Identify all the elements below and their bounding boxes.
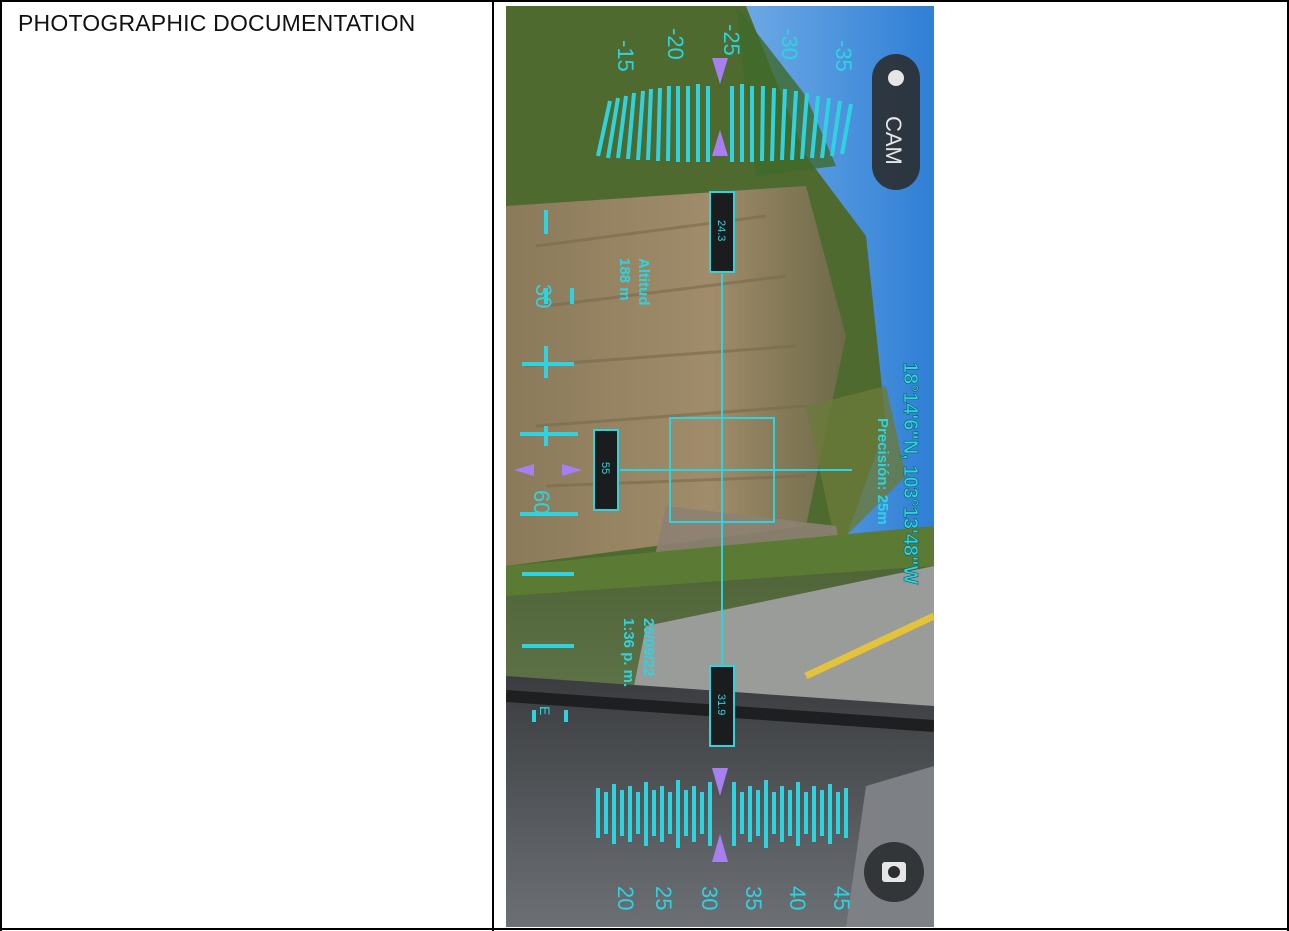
svg-text:Precisión: 25m: Precisión: 25m — [874, 418, 891, 525]
svg-text:24.3: 24.3 — [715, 220, 727, 241]
svg-text:60: 60 — [529, 490, 554, 514]
cam-toggle-button[interactable]: CAM — [872, 54, 920, 190]
svg-text:-25: -25 — [719, 24, 744, 56]
svg-text:CAM: CAM — [881, 116, 906, 165]
svg-text:Altitud: Altitud — [635, 258, 652, 305]
table-bottom-border — [0, 928, 1289, 930]
top-value-box: 24.3 — [709, 191, 735, 273]
field-photograph: -15 -20 -25 -30 -35 CAM 24.3 31.9 55 30 … — [506, 6, 934, 927]
svg-text:1:36 p. m.: 1:36 p. m. — [620, 618, 637, 687]
svg-text:-35: -35 — [831, 40, 856, 72]
table-left-border — [0, 0, 2, 931]
svg-text:25/09/22: 25/09/22 — [640, 618, 657, 676]
svg-text:40: 40 — [785, 886, 810, 910]
svg-text:E: E — [537, 706, 553, 715]
bottom-value-box: 31.9 — [709, 665, 735, 747]
column-divider — [492, 0, 494, 931]
svg-text:35: 35 — [741, 886, 766, 910]
svg-text:-30: -30 — [777, 28, 802, 60]
svg-text:188 m: 188 m — [616, 258, 633, 301]
shutter-button[interactable] — [864, 842, 924, 902]
svg-text:30: 30 — [531, 284, 556, 308]
svg-text:-20: -20 — [663, 28, 688, 60]
svg-text:30: 30 — [697, 886, 722, 910]
svg-text:18°14'6"N, 103°13'48"W: 18°14'6"N, 103°13'48"W — [899, 362, 921, 585]
svg-text:25: 25 — [651, 886, 676, 910]
table-top-border — [0, 0, 1289, 2]
svg-text:55: 55 — [599, 462, 611, 474]
svg-text:31.9: 31.9 — [715, 694, 727, 715]
svg-text:20: 20 — [613, 886, 638, 910]
svg-text:45: 45 — [829, 886, 854, 910]
svg-text:-15: -15 — [613, 40, 638, 72]
section-label: PHOTOGRAPHIC DOCUMENTATION — [18, 10, 416, 36]
documentation-table: PHOTOGRAPHIC DOCUMENTATION -15 -20 -25 -… — [0, 0, 1289, 931]
left-value-box: 55 — [593, 429, 619, 511]
